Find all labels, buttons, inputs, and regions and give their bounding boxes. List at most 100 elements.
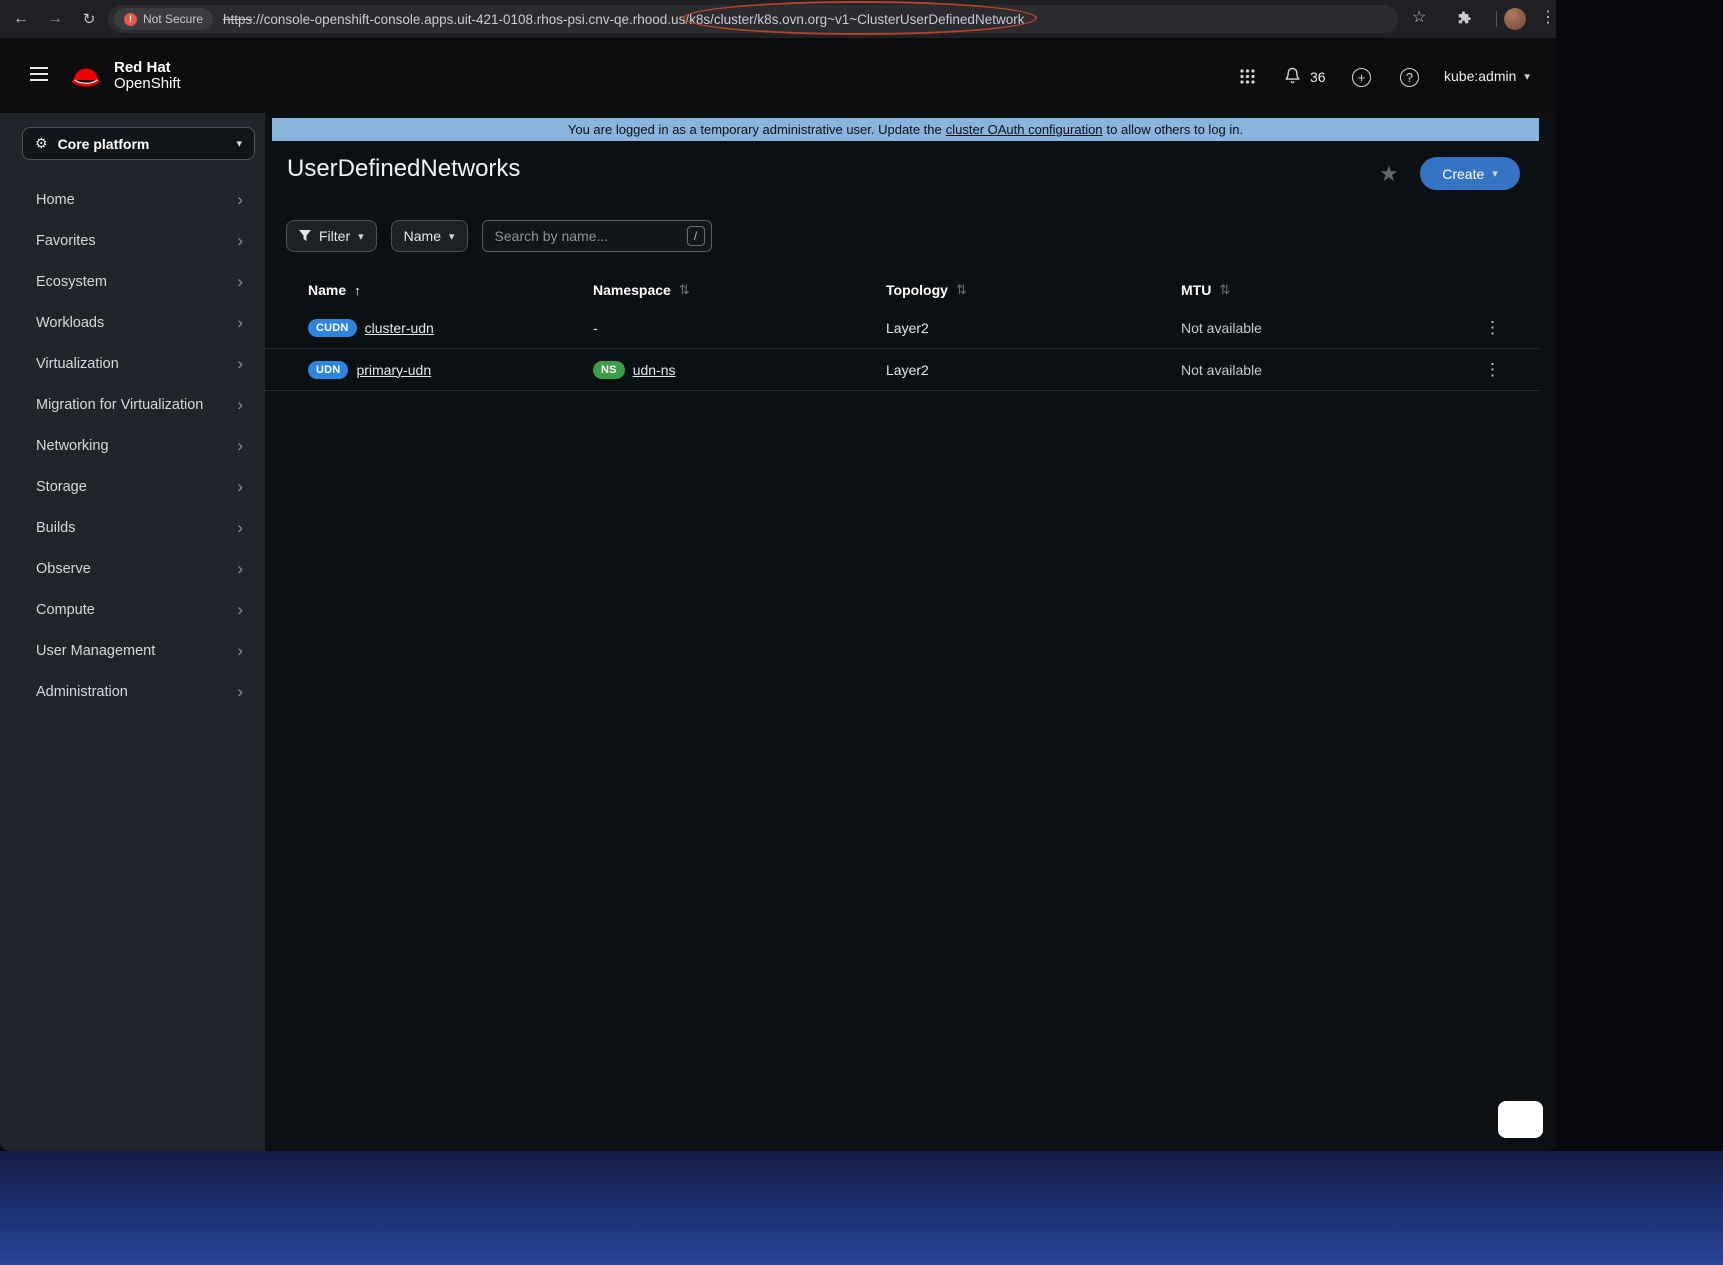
sidebar-item-observe[interactable]: Observe › <box>0 548 265 589</box>
chevron-right-icon: › <box>237 640 243 660</box>
toolbar-divider <box>1496 11 1497 27</box>
quick-create-plus-icon[interactable]: + <box>1352 68 1371 87</box>
sidebar-item-storage[interactable]: Storage › <box>0 466 265 507</box>
sidebar-item-builds[interactable]: Builds › <box>0 507 265 548</box>
sidebar-item-user-management[interactable]: User Management › <box>0 630 265 671</box>
row-kebab-menu-icon[interactable]: ⋮ <box>1478 318 1507 338</box>
bookmark-star-icon[interactable]: ☆ <box>1412 7 1426 27</box>
help-icon[interactable]: ? <box>1400 68 1419 87</box>
filter-toolbar: Filter ▾ Name ▾ / <box>286 220 712 252</box>
chevron-right-icon: › <box>237 558 243 578</box>
banner-text-prefix: You are logged in as a temporary adminis… <box>567 122 942 137</box>
extensions-puzzle-icon[interactable] <box>1456 10 1472 31</box>
resource-link-cluster-udn[interactable]: cluster-udn <box>365 320 434 336</box>
chevron-right-icon: › <box>237 435 243 455</box>
column-header-topology[interactable]: Topology ⇅ <box>886 282 1181 298</box>
namespace-badge-ns: NS <box>593 360 625 379</box>
chevron-right-icon: › <box>237 599 243 619</box>
name-cell: UDN primary-udn <box>308 360 593 379</box>
browser-window: ← → ↻ ! Not Secure https://console-opens… <box>0 0 1556 1151</box>
redhat-fedora-icon <box>71 68 101 87</box>
chevron-right-icon: › <box>237 476 243 496</box>
browser-back-button[interactable]: ← <box>8 6 34 32</box>
table-row-cluster-udn: CUDN cluster-udn - Layer2 Not available … <box>265 307 1539 349</box>
column-header-namespace[interactable]: Namespace ⇅ <box>593 282 886 298</box>
chevron-down-icon: ▾ <box>1492 168 1498 180</box>
notifications-bell-icon[interactable] <box>1284 67 1301 89</box>
chevron-down-icon: ▾ <box>236 138 242 150</box>
perspective-switcher[interactable]: ⚙ Core platform ▾ <box>22 127 255 160</box>
desktop-wallpaper <box>0 1151 1723 1265</box>
browser-toolbar: ← → ↻ ! Not Secure https://console-opens… <box>0 0 1556 38</box>
not-secure-icon: ! <box>124 12 137 26</box>
filter-button[interactable]: Filter ▾ <box>286 220 377 252</box>
url-text: https://console-openshift-console.apps.u… <box>223 12 1024 27</box>
namespace-link-udn-ns[interactable]: udn-ns <box>633 362 676 378</box>
notification-count[interactable]: 36 <box>1310 69 1326 85</box>
chevron-down-icon: ▾ <box>1524 70 1530 83</box>
chevron-right-icon: › <box>237 517 243 537</box>
chevron-right-icon: › <box>237 271 243 291</box>
sidebar-item-favorites[interactable]: Favorites › <box>0 220 265 261</box>
sidebar-item-administration[interactable]: Administration › <box>0 671 265 712</box>
chevron-right-icon: › <box>237 681 243 701</box>
masthead: Red Hat OpenShift 36 + ? kube:admin ▾ <box>0 38 1556 113</box>
browser-forward-button[interactable]: → <box>42 6 68 32</box>
mtu-cell: Not available <box>1181 361 1262 378</box>
sort-icon: ⇅ <box>678 282 690 297</box>
udn-table: Name ↑ Namespace ⇅ Topology ⇅ MTU ⇅ CUDN… <box>265 273 1539 391</box>
funnel-icon <box>299 230 311 241</box>
favorite-star-icon[interactable]: ★ <box>1379 161 1399 187</box>
user-menu[interactable]: kube:admin ▾ <box>1444 68 1530 84</box>
brand-logo: Red Hat OpenShift <box>68 60 181 92</box>
sidebar-item-workloads[interactable]: Workloads › <box>0 302 265 343</box>
chevron-down-icon: ▾ <box>358 230 364 243</box>
slash-shortcut-key: / <box>686 226 705 246</box>
namespace-cell: NS udn-ns <box>593 360 886 379</box>
chevron-down-icon: ▾ <box>449 230 455 243</box>
resource-link-primary-udn[interactable]: primary-udn <box>356 362 431 378</box>
table-header-row: Name ↑ Namespace ⇅ Topology ⇅ MTU ⇅ <box>265 273 1539 307</box>
chevron-right-icon: › <box>237 230 243 250</box>
browser-profile-avatar[interactable] <box>1504 8 1526 30</box>
browser-reload-button[interactable]: ↻ <box>76 6 102 32</box>
sort-ascending-icon: ↑ <box>354 282 361 298</box>
sidebar-item-migration-for-virtualization[interactable]: Migration for Virtualization › <box>0 384 265 425</box>
page-title: UserDefinedNetworks <box>287 155 521 182</box>
floating-widget[interactable] <box>1498 1101 1543 1138</box>
sidebar-item-ecosystem[interactable]: Ecosystem › <box>0 261 265 302</box>
chevron-right-icon: › <box>237 353 243 373</box>
security-chip[interactable]: ! Not Secure <box>114 8 214 30</box>
cluster-oauth-configuration-link[interactable]: cluster OAuth configuration <box>946 122 1103 137</box>
namespace-cell: - <box>593 319 598 336</box>
name-cell: CUDN cluster-udn <box>308 318 593 337</box>
sidebar-item-virtualization[interactable]: Virtualization › <box>0 343 265 384</box>
sidebar-item-home[interactable]: Home › <box>0 179 265 220</box>
gear-icon: ⚙ <box>35 135 48 151</box>
username: kube:admin <box>1444 68 1517 84</box>
address-bar[interactable]: ! Not Secure https://console-openshift-c… <box>108 5 1398 33</box>
mtu-cell: Not available <box>1181 319 1262 336</box>
app-launcher-grid-icon[interactable] <box>1240 69 1255 89</box>
sidebar-nav-list: Home › Favorites › Ecosystem › Workloads › V… <box>0 179 265 712</box>
attribute-dropdown[interactable]: Name ▾ <box>390 220 468 252</box>
search-input[interactable] <box>492 227 687 245</box>
chevron-right-icon: › <box>237 189 243 209</box>
actions-cell: ⋮ <box>1446 360 1539 380</box>
security-label: Not Secure <box>143 12 204 26</box>
chevron-right-icon: › <box>237 394 243 414</box>
browser-menu-kebab-icon[interactable]: ⋮ <box>1540 7 1556 27</box>
sidebar-item-compute[interactable]: Compute › <box>0 589 265 630</box>
row-kebab-menu-icon[interactable]: ⋮ <box>1478 360 1507 380</box>
resource-kind-badge-udn: UDN <box>308 360 349 379</box>
url-rest: ://console-openshift-console.apps.uit-42… <box>252 11 1025 27</box>
create-button[interactable]: Create ▾ <box>1420 157 1520 190</box>
url-scheme: https <box>223 11 253 27</box>
sidebar-item-networking[interactable]: Networking › <box>0 425 265 466</box>
perspective-label: Core platform <box>57 135 150 152</box>
column-header-name[interactable]: Name ↑ <box>308 282 593 298</box>
nav-toggle-hamburger-icon[interactable] <box>30 67 48 85</box>
brand-name-bottom: OpenShift <box>114 75 181 92</box>
column-header-mtu[interactable]: MTU ⇅ <box>1181 282 1446 298</box>
temporary-admin-banner: You are logged in as a temporary adminis… <box>272 118 1539 141</box>
